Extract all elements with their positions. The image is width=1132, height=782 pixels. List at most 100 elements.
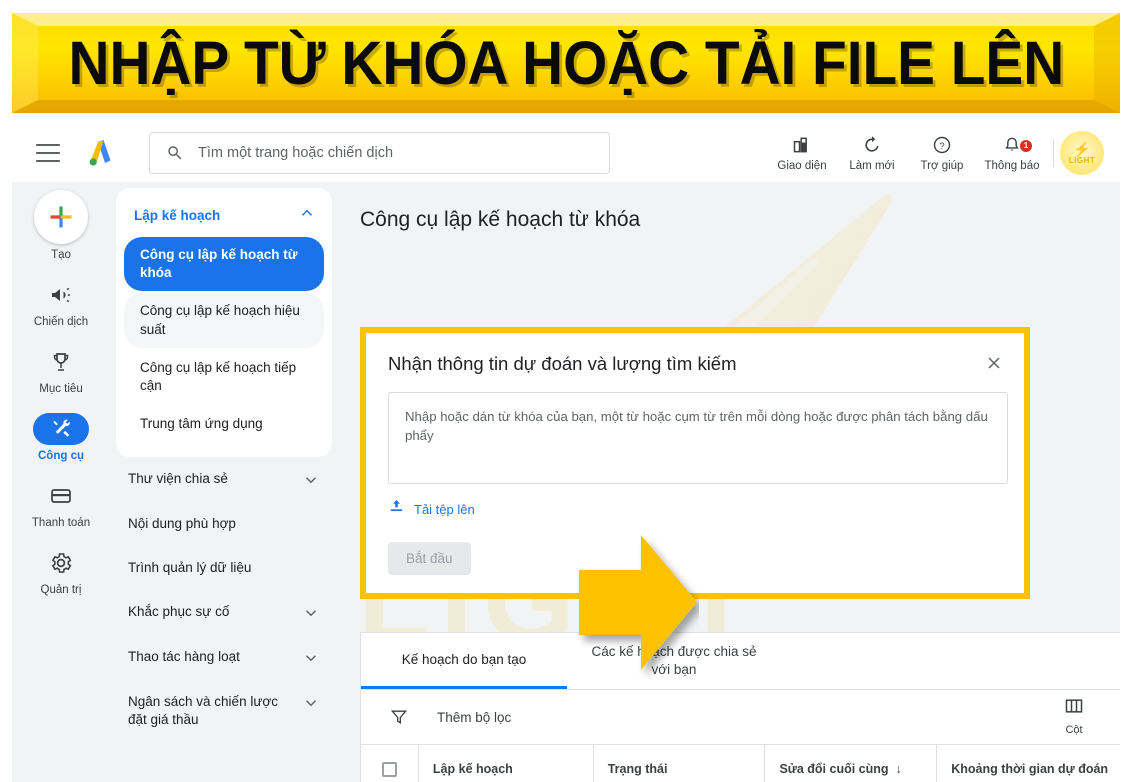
bell-icon (1002, 134, 1022, 156)
nav-section-bulk-actions[interactable]: Thao tác hàng loạt (110, 635, 338, 680)
rail-item-admin[interactable]: Quản trị (12, 547, 110, 596)
rail-item-goals[interactable]: Mục tiêu (12, 346, 110, 395)
hamburger-icon[interactable] (36, 144, 60, 162)
help-label: Trợ giúp (920, 160, 964, 172)
tab-plans-you-created-label: Kế hoạch do bạn tạo (401, 651, 527, 667)
top-bar-actions: Giao diện Làm mới ? Trợ giúp 1 Thông báo… (767, 124, 1110, 182)
rail-label-create: Tạo (51, 249, 71, 261)
nav-item-keyword-planner-label: Công cụ lập kế hoạch từ khóa (140, 247, 298, 281)
nav-item-keyword-planner[interactable]: Công cụ lập kế hoạch từ khóa (124, 237, 324, 292)
nav-item-app-hub[interactable]: Trung tâm ứng dụng (124, 406, 324, 442)
help-button[interactable]: ? Trợ giúp (907, 134, 977, 172)
create-circle (34, 190, 88, 244)
annotation-banner: NHẬP TỪ KHÓA HOẶC TẢI FILE LÊN (0, 0, 1132, 124)
nav-item-reach-planner-label: Công cụ lập kế hoạch tiếp cận (140, 359, 297, 394)
svg-text:?: ? (939, 141, 944, 151)
search-placeholder: Tìm một trang hoặc chiến dịch (198, 145, 394, 161)
notifications-button[interactable]: 1 Thông báo (977, 134, 1047, 172)
light-brand-name: LIGHT (1068, 155, 1096, 165)
nav-section-bulk-actions-label: Thao tác hàng loạt (128, 648, 240, 664)
notification-badge: 1 (1020, 140, 1032, 152)
rail-label-tools: Công cụ (38, 450, 84, 462)
banner-box: NHẬP TỪ KHÓA HOẶC TẢI FILE LÊN (12, 13, 1120, 113)
rail-label-billing: Thanh toán (31, 517, 91, 529)
toolbar-divider (1053, 139, 1054, 167)
chevron-down-icon (302, 604, 320, 622)
appearance-icon (792, 134, 812, 156)
chevron-up-icon (298, 204, 316, 227)
close-icon[interactable] (982, 351, 1006, 375)
keywords-textarea-placeholder: Nhập hoặc dán từ khóa của bạn, một từ ho… (405, 409, 988, 444)
nav-section-data-manager[interactable]: Trình quản lý dữ liệu (110, 546, 338, 590)
column-header-plan-label: Lập kế hoạch (432, 762, 513, 776)
search-icon (166, 144, 184, 162)
light-brand-logo[interactable]: ⚡ LIGHT (1060, 131, 1104, 175)
gear-icon (51, 553, 72, 573)
rail-label-campaigns: Chiến dịch (33, 316, 89, 328)
column-header-forecast-range-label: Khoảng thời gian dự đoán (951, 762, 1109, 776)
nav-section-shared-library[interactable]: Thư viện chia sẻ (110, 457, 338, 502)
upload-file-link[interactable]: Tải tệp lên (388, 498, 508, 520)
appearance-button[interactable]: Giao diện (767, 134, 837, 172)
search-input[interactable]: Tìm một trang hoặc chiến dịch (149, 132, 610, 174)
nav-section-troubleshooting[interactable]: Khắc phục sự cố (110, 590, 338, 635)
card-title: Nhận thông tin dự đoán và lượng tìm kiếm (388, 353, 737, 374)
filter-bar: Thêm bộ lọc Cột (361, 690, 1120, 745)
help-icon: ? (932, 134, 952, 156)
main-content: ⚡ LIGHT Nhanh - Chuẩn - Đẹp Công cụ lập … (338, 182, 1120, 782)
rail-item-create[interactable]: Tạo (12, 190, 110, 261)
arrow-right-icon (579, 525, 699, 680)
nav-item-reach-planner[interactable]: Công cụ lập kế hoạch tiếp cận (124, 350, 324, 404)
rail-item-campaigns[interactable]: Chiến dịch (12, 279, 110, 328)
rail-label-goals: Mục tiêu (39, 383, 83, 395)
nav-section-brand-suitability[interactable]: Nội dung phù hợp (110, 502, 338, 546)
column-header-status[interactable]: Trạng thái (594, 745, 766, 782)
nav-section-data-manager-label: Trình quản lý dữ liệu (128, 559, 252, 575)
chevron-down-icon (302, 471, 320, 489)
planning-group-card: Lập kế hoạch Công cụ lập kế hoạch từ khó… (116, 188, 332, 457)
plus-icon (50, 206, 72, 228)
filter-icon[interactable] (389, 707, 409, 727)
credit-card-icon (51, 489, 71, 503)
nav-item-performance-planner[interactable]: Công cụ lập kế hoạch hiệu suất (124, 293, 324, 348)
nav-group-planning-header[interactable]: Lập kế hoạch (116, 198, 332, 237)
trophy-icon (53, 353, 69, 371)
rail-item-billing[interactable]: Thanh toán (12, 480, 110, 529)
lightning-bolt-icon: ⚡ (1073, 140, 1091, 157)
refresh-icon (862, 134, 882, 156)
start-button[interactable]: Bắt đầu (388, 542, 471, 575)
select-all-checkbox[interactable] (381, 761, 397, 777)
top-bar: Tìm một trang hoặc chiến dịch Giao diện (12, 124, 1120, 182)
nav-item-app-hub-label: Trung tâm ứng dụng (140, 416, 263, 432)
column-header-plan[interactable]: Lập kế hoạch (419, 745, 594, 782)
nav-section-troubleshooting-label: Khắc phục sự cố (128, 603, 230, 619)
upload-icon (388, 498, 405, 520)
page-title: Công cụ lập kế hoạch từ khóa (360, 208, 641, 231)
megaphone-icon (52, 287, 70, 303)
tools-icon (53, 419, 70, 437)
chevron-down-icon (302, 649, 320, 667)
column-header-forecast-range[interactable]: Khoảng thời gian dự đoán (937, 745, 1120, 782)
table-header-row: Lập kế hoạch Trạng thái Sửa đổi cuối cùn… (361, 745, 1120, 782)
nav-section-brand-suitability-label: Nội dung phù hợp (128, 515, 236, 531)
columns-button[interactable]: Cột (1064, 696, 1084, 736)
tab-plans-you-created[interactable]: Kế hoạch do bạn tạo (361, 633, 567, 689)
plans-tabs: Kế hoạch do bạn tạo Các kế hoạch được ch… (361, 633, 1120, 690)
rail-label-admin: Quản trị (40, 584, 82, 596)
sort-descending-icon: ↓ (895, 762, 902, 776)
google-ads-logo[interactable] (85, 138, 115, 168)
select-all-cell (361, 745, 419, 782)
plans-table-panel: Kế hoạch do bạn tạo Các kế hoạch được ch… (360, 632, 1120, 782)
column-header-last-modified-label: Sửa đổi cuối cùng (779, 762, 889, 776)
nav-section-budgets-bidding-label: Ngân sách và chiến lược đặt giá thầu (128, 693, 278, 728)
refresh-button[interactable]: Làm mới (837, 134, 907, 172)
add-filter-label[interactable]: Thêm bộ lọc (437, 710, 511, 725)
chevron-down-icon (302, 694, 320, 712)
nav-item-performance-planner-label: Công cụ lập kế hoạch hiệu suất (140, 303, 300, 337)
keywords-textarea[interactable]: Nhập hoặc dán từ khóa của bạn, một từ ho… (388, 392, 1008, 484)
nav-section-budgets-bidding[interactable]: Ngân sách và chiến lược đặt giá thầu (110, 680, 338, 742)
column-header-last-modified[interactable]: Sửa đổi cuối cùng ↓ (765, 745, 938, 782)
left-rail: Tạo Chiến dịch Mục tiêu Công cụ Thanh to… (12, 182, 110, 782)
rail-item-tools[interactable]: Công cụ (12, 413, 110, 462)
appearance-label: Giao diện (777, 160, 827, 172)
